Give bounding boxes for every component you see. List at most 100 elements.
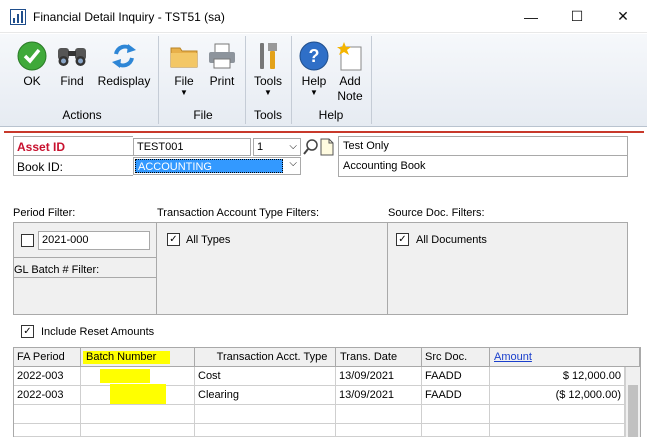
all-documents-checkbox[interactable]: ✓ (396, 233, 409, 246)
period-filter-label: Period Filter: (13, 207, 76, 219)
table-row-cell[interactable] (14, 405, 81, 424)
chevron-down-icon: ▼ (264, 88, 272, 97)
trx-type-filter-label: Transaction Account Type Filters: (157, 207, 320, 219)
table-row-cell[interactable]: $ 12,000.00 (490, 367, 625, 386)
asset-suffix-select[interactable]: 1 ⌵ (253, 138, 301, 156)
asset-suffix-value: 1 (257, 141, 264, 153)
column-header-trans-date[interactable]: Trans. Date (336, 348, 422, 367)
ok-button[interactable]: OK (10, 40, 54, 89)
ok-check-icon (16, 40, 48, 72)
scrollbar-thumb[interactable] (628, 385, 638, 437)
add-note-button[interactable]: Add Note (328, 40, 372, 104)
window-title: Financial Detail Inquiry - TST51 (sa) (33, 10, 225, 24)
ribbon-separator (371, 36, 372, 124)
table-row-cell[interactable]: 13/09/2021 (336, 386, 422, 405)
note-page-icon[interactable] (320, 138, 334, 156)
ok-label: OK (23, 74, 41, 88)
redisplay-button[interactable]: Redisplay (97, 40, 151, 89)
period-filter-checkbox[interactable] (21, 234, 34, 247)
table-row-cell[interactable] (336, 424, 422, 437)
add-note-label: Add Note (337, 74, 363, 103)
table-row-cell[interactable] (195, 424, 336, 437)
table-row-cell[interactable] (490, 405, 625, 424)
tools-label: Tools (253, 74, 282, 88)
find-button[interactable]: Find (50, 40, 94, 89)
column-header-fa-period[interactable]: FA Period (14, 348, 81, 367)
checkmark-icon: ✓ (23, 325, 32, 337)
required-fields-divider (4, 131, 644, 133)
table-row-cell[interactable]: 2022-003 (14, 367, 81, 386)
table-row-cell[interactable] (14, 424, 81, 437)
book-id-label: Book ID: (17, 160, 64, 174)
period-filter-input[interactable]: 2021-000 (38, 231, 150, 250)
column-header-amount[interactable]: Amount (490, 348, 640, 367)
print-button[interactable]: Print (200, 40, 244, 89)
chevron-down-icon: ▼ (180, 88, 188, 97)
table-row-cell[interactable] (336, 405, 422, 424)
table-row-cell[interactable]: Cost (195, 367, 336, 386)
include-reset-label: Include Reset Amounts (41, 326, 155, 338)
binoculars-icon (56, 40, 88, 72)
include-reset-checkbox[interactable]: ✓ (21, 325, 34, 338)
source-doc-filter-label: Source Doc. Filters: (388, 207, 485, 219)
ribbon-separator (158, 36, 159, 124)
help-question-icon: ? (298, 40, 330, 72)
table-row-cell[interactable] (422, 424, 490, 437)
table-row-cell[interactable]: FAADD (422, 367, 490, 386)
table-row-cell[interactable] (490, 424, 625, 437)
chevron-down-icon: ⌵ (289, 141, 297, 152)
table-row-cell[interactable] (81, 405, 195, 424)
printer-icon (206, 40, 238, 72)
app-chart-icon (10, 9, 26, 25)
book-id-value: ACCOUNTING (135, 159, 283, 173)
title-bar: Financial Detail Inquiry - TST51 (sa) — … (0, 0, 647, 33)
highlight-mark (110, 384, 166, 404)
gl-batch-filter-label: GL Batch # Filter: (14, 264, 100, 276)
folder-icon (168, 40, 200, 72)
lookup-magnifier-icon[interactable] (303, 138, 319, 156)
help-label: Help (301, 74, 327, 88)
table-row-cell[interactable]: 2022-003 (14, 386, 81, 405)
group-actions-label: Actions (62, 108, 102, 122)
checkmark-icon: ✓ (169, 233, 178, 245)
chevron-down-icon: ▼ (310, 88, 318, 97)
vertical-scrollbar[interactable] (625, 367, 640, 437)
maximize-button[interactable]: ☐ (554, 0, 600, 33)
print-label: Print (209, 74, 235, 88)
table-row-cell[interactable]: 13/09/2021 (336, 367, 422, 386)
table-row-cell[interactable] (422, 405, 490, 424)
table-row-cell[interactable] (195, 405, 336, 424)
close-button[interactable]: ✕ (600, 0, 646, 33)
column-header-trx-type[interactable]: Transaction Acct. Type (195, 348, 336, 367)
gl-batch-filter-panel[interactable] (13, 278, 157, 315)
table-row-cell[interactable] (81, 424, 195, 437)
book-description: Accounting Book (338, 156, 628, 177)
group-file-label: File (193, 108, 213, 122)
tools-menu-button[interactable]: Tools ▼ (246, 40, 290, 97)
redisplay-label: Redisplay (97, 74, 151, 88)
table-row-cell[interactable]: ($ 12,000.00) (490, 386, 625, 405)
all-types-checkbox[interactable]: ✓ (167, 233, 180, 246)
find-label: Find (60, 74, 84, 88)
column-header-batch-number[interactable]: Batch Number (81, 348, 195, 367)
column-header-src-doc[interactable]: Src Doc. (422, 348, 490, 367)
asset-id-label: Asset ID (17, 140, 66, 154)
refresh-icon (108, 40, 140, 72)
table-row-cell[interactable]: Clearing (195, 386, 336, 405)
file-label: File (174, 74, 194, 88)
asset-id-input[interactable]: TEST001 (133, 138, 251, 156)
batch-number-header-text: Batch Number (83, 351, 171, 364)
minimize-button[interactable]: — (508, 0, 554, 33)
table-row-cell[interactable]: FAADD (422, 386, 490, 405)
tools-icon (252, 40, 284, 72)
highlight-mark (100, 369, 150, 383)
group-tools-label: Tools (253, 108, 282, 122)
all-documents-label: All Documents (416, 234, 487, 246)
book-id-select[interactable]: ACCOUNTING ⌵ (133, 157, 301, 175)
chevron-down-icon: ⌵ (289, 158, 297, 169)
asset-description: Test Only (338, 136, 628, 156)
note-star-icon (334, 40, 366, 72)
group-help-label: Help (318, 108, 344, 122)
svg-text:?: ? (309, 46, 320, 66)
checkmark-icon: ✓ (398, 233, 407, 245)
